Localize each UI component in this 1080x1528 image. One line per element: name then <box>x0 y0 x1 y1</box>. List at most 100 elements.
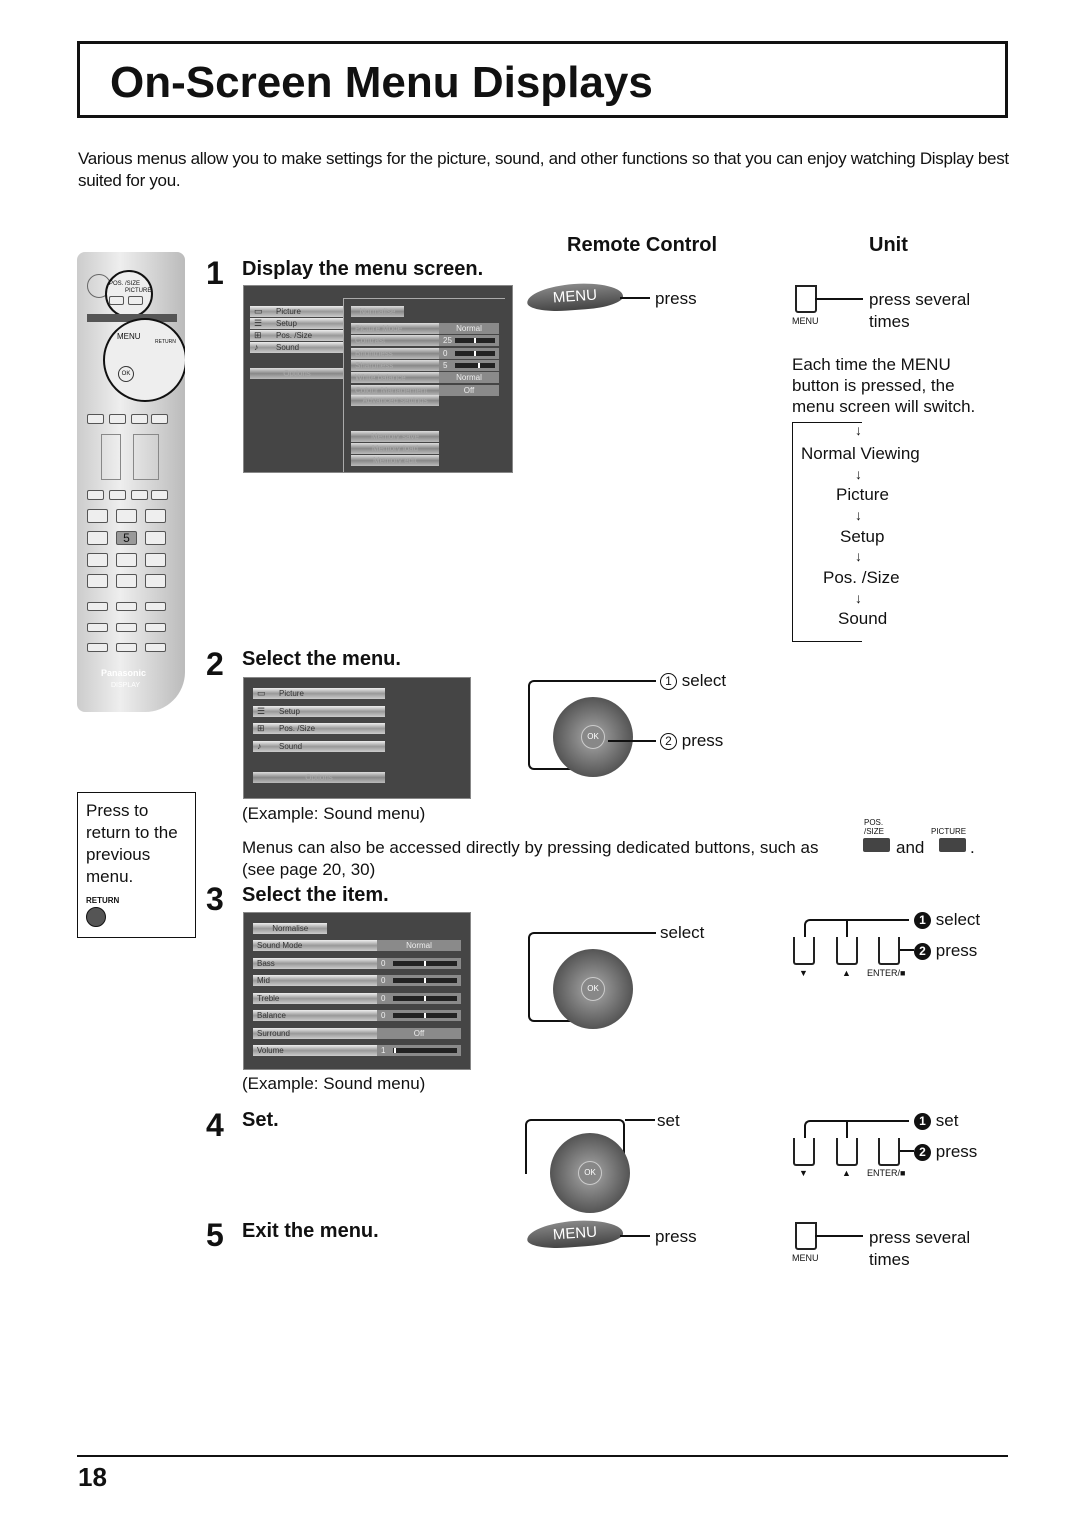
up-button[interactable] <box>836 937 858 965</box>
menu-item-picture: Picture ▭ <box>253 688 385 699</box>
picture-button[interactable] <box>128 296 143 305</box>
enter-button[interactable] <box>878 1138 900 1166</box>
press-several-instruction: press several <box>869 1228 971 1247</box>
normalise-button: Normalise <box>351 306 404 317</box>
example-caption: (Example: Sound menu) <box>242 1074 426 1093</box>
return-note-box: Press to return to the previous menu. RE… <box>77 792 196 938</box>
menu-item: White balance <box>351 372 439 384</box>
press-several-instruction: press several <box>869 290 971 309</box>
up-button[interactable] <box>836 1138 858 1166</box>
menu-icon: ▭ <box>257 688 266 698</box>
menu-item: Colour Management <box>351 384 439 396</box>
unit-menu-button[interactable] <box>795 285 817 313</box>
select-instruction: select <box>660 923 705 942</box>
menu-button[interactable]: MENU <box>526 1217 624 1251</box>
menu-button[interactable]: MENU <box>526 280 624 314</box>
memory-button: Memory save <box>351 431 439 442</box>
sound-menu-screen: Normalise Sound Mode Normal Bass 0 Mid 0 Treble… <box>243 912 471 1070</box>
number-5-button[interactable]: 5 <box>116 531 137 545</box>
step-heading: Set. <box>242 1109 279 1131</box>
enter-label: ENTER/■ <box>867 968 906 978</box>
display-label: DISPLAY <box>111 682 141 689</box>
picture-button[interactable] <box>939 838 966 852</box>
menu-item-options: Options <box>250 368 344 379</box>
menu-item: Sound Mode <box>253 940 377 951</box>
return-button[interactable] <box>86 907 106 927</box>
advanced-settings-button: Advanced settings <box>351 395 439 406</box>
down-button[interactable] <box>793 937 815 965</box>
menu-item-value: Off <box>377 1027 461 1039</box>
return-button-label[interactable]: RETURN <box>155 339 176 345</box>
unit-column-header: Unit <box>869 234 908 256</box>
flow-item: Setup <box>840 527 885 546</box>
pos-size-button[interactable] <box>863 838 890 852</box>
press-instruction: 2 press <box>914 1142 977 1162</box>
menu-item-value: 0 <box>377 992 461 1004</box>
menu-item-value: Normal <box>377 940 461 951</box>
step-number: 3 <box>206 881 224 917</box>
level-bar <box>393 1048 457 1053</box>
menu-icon: ☰ <box>257 705 266 716</box>
pos-size-button[interactable] <box>109 296 124 305</box>
see-page-note: (see page 20, 30) <box>242 860 376 879</box>
menu-icon: ♪ <box>257 740 262 751</box>
menu-item-picture: Picture ▭ <box>250 306 344 317</box>
menu-icon: ⊞ <box>257 723 265 733</box>
menu-item-value: 0 <box>377 1010 461 1021</box>
remote-control-illustration: POS. /SIZE PICTURE MENU RETURN OK 5 Pana… <box>77 252 185 712</box>
title-box: On-Screen Menu Displays <box>77 41 1008 118</box>
down-label: ▼ <box>799 968 808 978</box>
menu-button-label[interactable]: MENU <box>117 332 141 341</box>
menu-item: Surround <box>253 1027 377 1039</box>
pos-size-label: POS. /SIZE <box>109 281 141 287</box>
ok-button[interactable]: OK <box>581 977 605 1001</box>
dpad-control[interactable]: OK <box>553 697 633 777</box>
enter-label: ENTER/■ <box>867 1168 906 1178</box>
dpad-control[interactable]: OK <box>550 1133 630 1213</box>
unit-menu-button[interactable] <box>795 1222 817 1250</box>
dpad-control[interactable]: OK <box>553 949 633 1029</box>
ok-button[interactable]: OK <box>581 725 605 749</box>
enter-button[interactable] <box>878 937 900 965</box>
and-text: and <box>896 838 925 857</box>
menu-item: Bass <box>253 957 377 969</box>
menu-item-sound: Sound ♪ <box>250 342 344 353</box>
set-instruction: set <box>657 1111 680 1130</box>
step-number: 4 <box>206 1107 224 1143</box>
times-instruction: times <box>869 1250 910 1269</box>
flow-item: Normal Viewing <box>801 444 920 463</box>
unit-menu-label: MENU <box>792 316 819 326</box>
remote-control-column-header: Remote Control <box>567 234 717 256</box>
brand-logo: Panasonic <box>101 668 147 678</box>
menu-item: Mid <box>253 975 377 986</box>
level-bar <box>455 338 495 344</box>
menu-icon: ☰ <box>254 318 263 328</box>
flow-item: Pos. /Size <box>823 568 900 587</box>
times-instruction: times <box>869 312 910 331</box>
menu-item-options: Options <box>253 772 385 783</box>
level-bar <box>455 362 495 368</box>
down-button[interactable] <box>793 1138 815 1166</box>
intro-text: Various menus allow you to make settings… <box>78 149 1009 190</box>
menu-item-value: Normal <box>439 323 499 334</box>
menu-icon: ▭ <box>254 306 263 316</box>
return-note-text: Press to return to the previous menu. <box>86 801 178 886</box>
set-instruction: 1 set <box>914 1111 958 1131</box>
menu-icon: ♪ <box>254 342 259 352</box>
footer-divider <box>77 1455 1008 1457</box>
ok-button[interactable]: OK <box>578 1161 602 1185</box>
menu-item-sound: Sound ♪ <box>253 740 385 752</box>
flow-item: Sound <box>838 609 888 628</box>
menu-item-setup: Setup ☰ <box>250 318 344 329</box>
picture-label: PICTURE <box>125 288 152 294</box>
ok-button[interactable]: OK <box>118 366 134 382</box>
step-heading: Select the item. <box>242 884 389 906</box>
level-bar <box>393 1013 457 1018</box>
menu-item: Balance <box>253 1010 377 1021</box>
flow-item: Picture <box>836 485 889 504</box>
menu-item-value: 25 <box>439 335 499 347</box>
menu-item-value: 1 <box>377 1045 461 1056</box>
return-label: RETURN <box>86 896 120 905</box>
example-caption: (Example: Sound menu) <box>242 804 426 823</box>
up-label: ▲ <box>842 1168 851 1178</box>
